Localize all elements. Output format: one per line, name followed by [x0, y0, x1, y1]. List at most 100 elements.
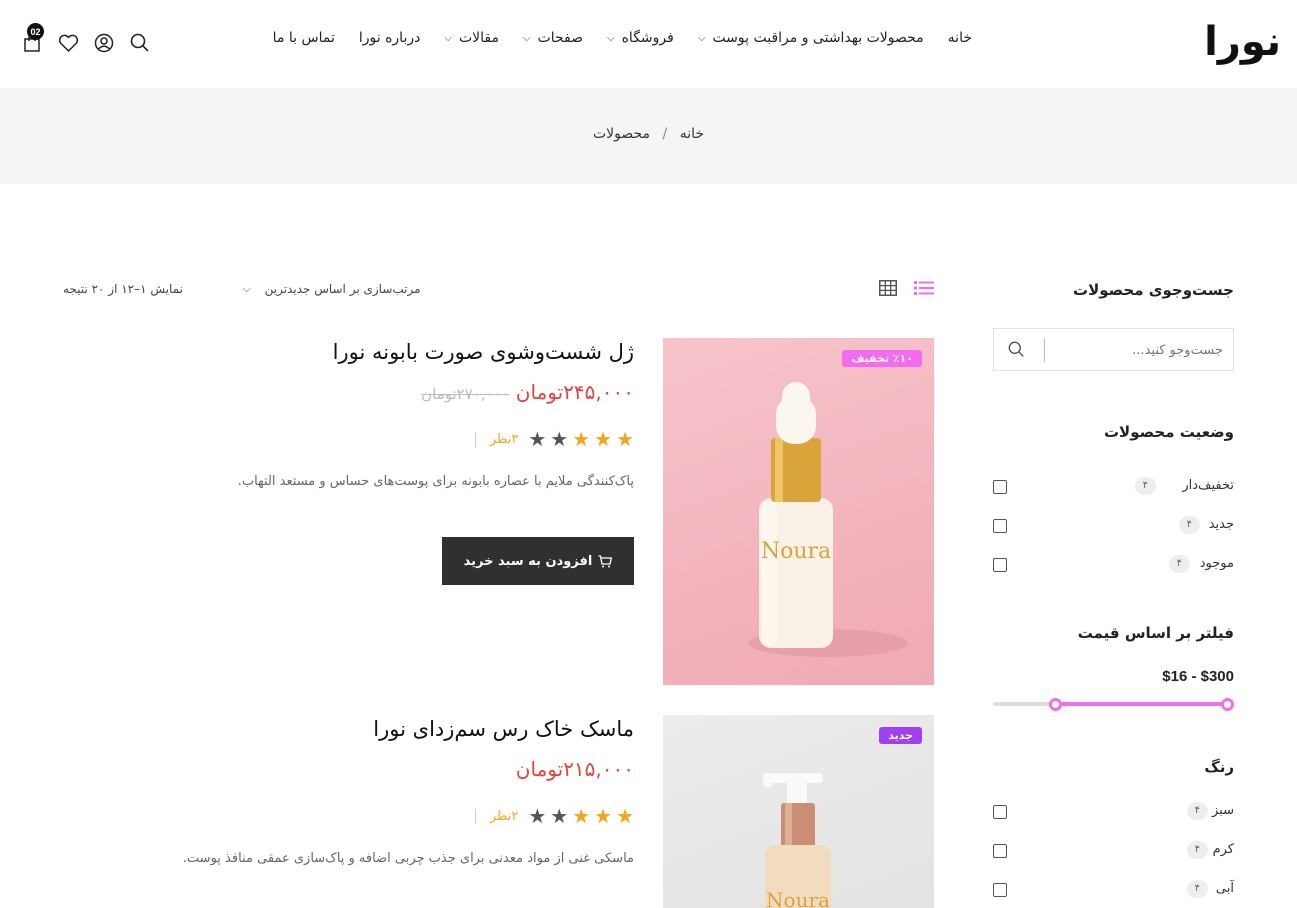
product-title[interactable]: ماسک خاک رس سم‌زدای نورا [373, 717, 634, 741]
filter-checkbox[interactable] [993, 883, 1007, 897]
chevron-down-icon: ⌵ [243, 283, 251, 295]
search-submit-button[interactable] [1008, 341, 1025, 362]
filter-count: ۴ [1186, 802, 1208, 820]
site-header: نورا خانه محصولات بهداشتی و مراقبت پوست ⌵… [0, 0, 1297, 88]
nav-item-shop[interactable]: فروشگاه ⌵ [607, 30, 674, 46]
price-slider[interactable] [993, 698, 1234, 711]
nav-item-articles[interactable]: مقالات ⌵ [444, 30, 499, 46]
product-image[interactable]: Noura جدید [663, 715, 934, 908]
add-to-cart-label: افزودن به سبد خرید [463, 553, 593, 569]
filter-label: جدید [1208, 517, 1234, 532]
site-logo[interactable]: نورا [1204, 22, 1282, 62]
sort-select[interactable]: مرتب‌سازی بر اساس جدیدترین ⌵ [243, 282, 421, 296]
star-icon: ★ [550, 804, 569, 828]
product-search [993, 328, 1234, 371]
search-input[interactable] [1053, 339, 1223, 361]
color-filter-title: رنگ [1204, 758, 1234, 776]
wishlist-button[interactable] [50, 28, 86, 58]
chevron-down-icon: ⌵ [522, 32, 531, 44]
status-title: وضعیت محصولات [1103, 423, 1234, 441]
header-icons: 02 [14, 23, 158, 58]
filter-label: موجود [1199, 556, 1234, 571]
status-filter-discount[interactable]: تخفیف‌دار ۴ [993, 477, 1234, 497]
nav-item-skincare[interactable]: محصولات بهداشتی و مراقبت پوست ⌵ [698, 30, 924, 46]
slider-fill [1055, 702, 1234, 706]
nav-item-contact[interactable]: تماس با ما [273, 30, 335, 46]
add-to-cart-button[interactable]: افزودن به سبد خرید [442, 537, 634, 585]
nav-label: فروشگاه [621, 30, 674, 46]
price-filter-title: فیلتر بر اساس قیمت [1077, 624, 1234, 642]
bottle-label: Noura [766, 888, 830, 908]
current-price: ۲۱۵,۰۰۰تومان [515, 757, 634, 781]
color-filter-cream[interactable]: کرم ۴ [993, 841, 1234, 861]
user-icon [94, 33, 114, 53]
old-price: ۲۷۰,۰۰۰تومان [421, 385, 510, 403]
result-count: نمایش ۱–۱۲ از ۲۰ نتیجه [63, 282, 183, 296]
color-filter-green[interactable]: سبز ۴ [993, 802, 1234, 822]
status-filter-instock[interactable]: موجود ۴ [993, 555, 1234, 575]
star-icon: ★ [528, 427, 547, 451]
review-count[interactable]: ۳نظر [490, 432, 518, 447]
grid-view-icon [879, 280, 897, 296]
chevron-down-icon: ⌵ [607, 32, 615, 44]
breadcrumb-separator: / [662, 126, 668, 142]
cart-icon [598, 554, 613, 567]
serum-bottle-image: Noura [748, 382, 908, 657]
product-description: پاک‌کنندگی ملایم با عصاره بابونه برای پو… [237, 474, 634, 489]
breadcrumb: خانه / محصولات [0, 126, 1297, 142]
product-price: ۲۱۵,۰۰۰تومان [516, 757, 634, 781]
filter-label: تخفیف‌دار [1182, 478, 1234, 493]
nav-item-pages[interactable]: صفحات ⌵ [523, 30, 583, 46]
search-title: جست‌وجوی محصولات [1073, 281, 1234, 299]
star-icon: ★ [594, 804, 613, 828]
sort-label: مرتب‌سازی بر اساس جدیدترین [264, 282, 421, 296]
star-icon: ★ [572, 804, 591, 828]
rating-divider [474, 431, 476, 447]
nav-item-home[interactable]: خانه [948, 30, 972, 46]
cart-button[interactable]: 02 [14, 23, 50, 58]
filter-label: سبز [1212, 803, 1234, 818]
account-button[interactable] [86, 28, 122, 58]
current-price: ۲۴۵,۰۰۰تومان [515, 380, 634, 404]
filter-count: ۴ [1134, 477, 1156, 495]
search-button[interactable] [122, 28, 158, 58]
nav-label: صفحات [537, 30, 583, 46]
list-view-button[interactable] [914, 280, 934, 300]
rating-divider [474, 808, 476, 824]
star-icon: ★ [550, 427, 569, 451]
filter-checkbox[interactable] [993, 558, 1007, 572]
search-divider [1044, 338, 1045, 362]
product-rating: ★ ★ ★ ★ ★ ۲نظر [474, 804, 634, 828]
list-view-icon [914, 281, 934, 295]
price-range-text: $16 - $300 [1162, 668, 1234, 685]
slider-handle-min[interactable] [1221, 698, 1234, 711]
star-icon: ★ [616, 804, 634, 828]
status-filter-new[interactable]: جدید ۴ [993, 516, 1234, 536]
nav-label: محصولات بهداشتی و مراقبت پوست [712, 30, 924, 46]
nav-label: خانه [947, 30, 972, 46]
search-icon [1008, 341, 1024, 357]
filter-checkbox[interactable] [993, 519, 1007, 533]
breadcrumb-current: محصولات [592, 126, 651, 142]
slider-handle-max[interactable] [1049, 698, 1063, 711]
filter-count: ۴ [1168, 555, 1190, 573]
product-rating: ★ ★ ★ ★ ★ ۳نظر [474, 427, 634, 451]
main-nav: خانه محصولات بهداشتی و مراقبت پوست ⌵ فروش… [249, 30, 972, 46]
breadcrumb-home[interactable]: خانه [680, 126, 704, 142]
filter-label: آبی [1215, 881, 1234, 896]
filter-checkbox[interactable] [993, 844, 1007, 858]
filter-checkbox[interactable] [993, 805, 1007, 819]
nav-item-about[interactable]: درباره نورا [359, 30, 420, 46]
nav-label: تماس با ما [272, 30, 335, 46]
star-icon: ★ [594, 427, 613, 451]
filter-checkbox[interactable] [993, 480, 1007, 494]
product-badge-discount: ٪۱۰ تخفیف [842, 350, 922, 367]
filter-label: کرم [1212, 842, 1234, 857]
color-filter-blue[interactable]: آبی ۴ [993, 880, 1234, 900]
cart-count-badge: 02 [27, 23, 44, 40]
product-title[interactable]: ژل شست‌وشوی صورت بابونه نورا [333, 340, 634, 364]
product-image[interactable]: Noura ٪۱۰ تخفیف [663, 338, 934, 685]
grid-view-button[interactable] [879, 280, 897, 300]
review-count[interactable]: ۲نظر [490, 809, 518, 824]
chevron-down-icon: ⌵ [444, 32, 452, 44]
